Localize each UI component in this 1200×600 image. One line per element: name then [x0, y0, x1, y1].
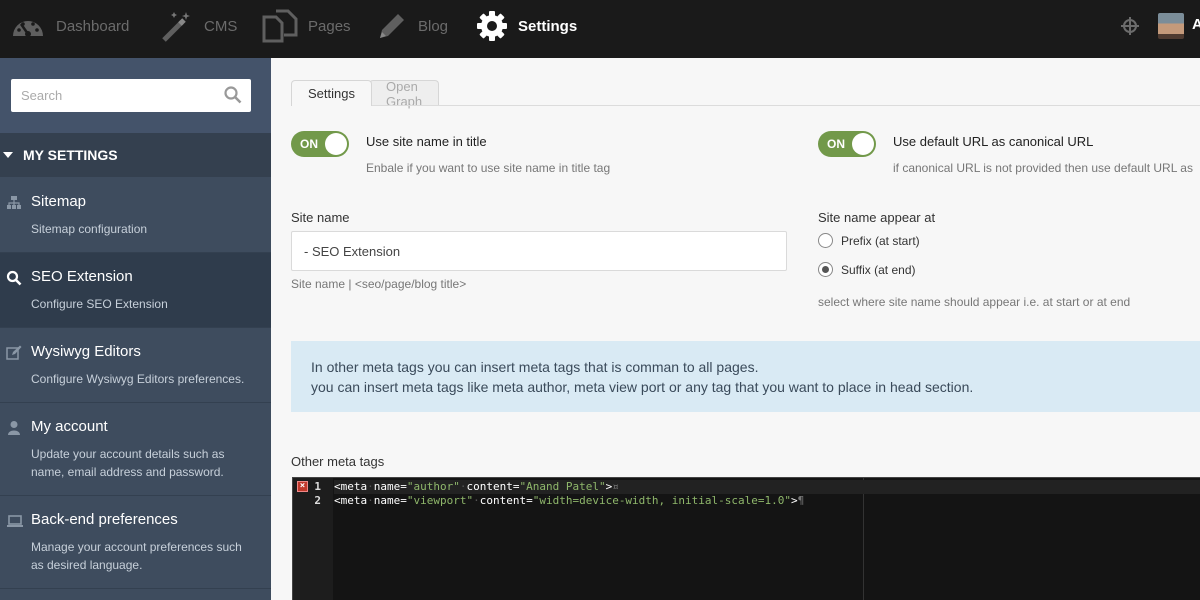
- site-name-input[interactable]: [291, 231, 787, 271]
- sidebar-item-my-account[interactable]: My account Update your account details s…: [0, 403, 271, 496]
- print-margin: [863, 478, 864, 600]
- radio-prefix[interactable]: Prefix (at start): [818, 233, 920, 248]
- site-name-in-title-label: Use site name in title: [366, 134, 487, 149]
- info-callout: In other meta tags you can insert meta t…: [291, 341, 1200, 412]
- appear-at-label: Site name appear at: [818, 210, 936, 225]
- tab-settings[interactable]: Settings: [291, 80, 372, 106]
- meta-name-value: author: [413, 480, 454, 493]
- gutter-line: × 1: [293, 480, 333, 494]
- nav-pages-label: Pages: [308, 17, 351, 35]
- gear-icon: [477, 11, 507, 41]
- info-line-1: In other meta tags you can insert meta t…: [311, 359, 759, 375]
- sidebar-item-wysiwyg-editors[interactable]: Wysiwyg Editors Configure Wysiwyg Editor…: [0, 328, 271, 403]
- tab-open-graph[interactable]: Open Graph: [369, 78, 440, 109]
- code-editor[interactable]: × 1 2 <meta·name="author"·content="Anand…: [292, 477, 1200, 600]
- editor-gutter: × 1 2: [293, 478, 333, 600]
- meta-content-value: Anand Patel: [526, 480, 599, 493]
- radio-circle-selected: [818, 262, 833, 277]
- radio-suffix[interactable]: Suffix (at end): [818, 262, 915, 277]
- site-name-label: Site name: [291, 210, 350, 225]
- pencil-icon: [380, 14, 404, 38]
- nav-pages[interactable]: Pages: [262, 0, 351, 52]
- sidebar-item-backend-preferences[interactable]: Back-end preferences Manage your account…: [0, 496, 271, 589]
- nav-dashboard[interactable]: Dashboard: [10, 0, 129, 52]
- error-icon[interactable]: ×: [297, 481, 308, 492]
- sidebar-item-title: Wysiwyg Editors: [31, 343, 141, 360]
- canonical-url-toggle[interactable]: ON: [818, 131, 876, 157]
- nav-blog-label: Blog: [418, 17, 449, 35]
- sidebar-item-desc: Update your account details such as name…: [31, 447, 225, 479]
- sidebar-search: [0, 58, 271, 133]
- magic-wand-icon: [162, 12, 190, 42]
- sidebar-item-desc: Manage your account preferences such as …: [31, 540, 242, 572]
- site-name-in-title-toggle[interactable]: ON: [291, 131, 349, 157]
- nav-settings[interactable]: Settings: [476, 0, 577, 52]
- radio-circle: [818, 233, 833, 248]
- sidebar: MY SETTINGS Sitemap Sitemap configuratio…: [0, 58, 271, 600]
- line-number: 1: [314, 480, 321, 493]
- sidebar-item-desc: Configure Wysiwyg Editors preferences.: [31, 372, 245, 386]
- canonical-url-label: Use default URL as canonical URL: [893, 134, 1094, 149]
- meta-content-value: width=device-width, initial-scale=1.0: [539, 494, 785, 507]
- caret-down-icon: [3, 152, 13, 158]
- nav-blog[interactable]: Blog: [376, 0, 448, 52]
- sidebar-item-desc: Configure SEO Extension: [31, 297, 168, 311]
- nav-cms[interactable]: CMS: [160, 0, 237, 52]
- radio-suffix-label: Suffix (at end): [841, 262, 916, 277]
- sidebar-item-sitemap[interactable]: Sitemap Sitemap configuration: [0, 178, 271, 253]
- info-line-2: you can insert meta tags like meta autho…: [311, 379, 974, 395]
- site-name-hint: Site name | <seo/page/blog title>: [291, 277, 467, 291]
- site-name-in-title-hint: Enbale if you want to use site name in t…: [366, 161, 611, 175]
- code-line: <meta·name="viewport"·content="width=dev…: [334, 494, 805, 507]
- gutter-line: 2: [293, 494, 333, 508]
- nav-dashboard-label: Dashboard: [56, 17, 130, 35]
- sidebar-section-title: MY SETTINGS: [23, 147, 118, 163]
- search-icon: [6, 270, 22, 286]
- sidebar-item-seo-extension[interactable]: SEO Extension Configure SEO Extension: [0, 253, 271, 328]
- meta-name-value: viewport: [413, 494, 467, 507]
- canonical-url-hint: if canonical URL is not provided then us…: [893, 161, 1193, 175]
- other-meta-label: Other meta tags: [291, 454, 385, 469]
- sitemap-icon: [7, 196, 21, 209]
- top-navbar: Dashboard CMS Pages Blog Settings A: [0, 0, 1200, 58]
- tab-open-graph-label: Open Graph: [386, 78, 423, 109]
- toggle-state: ON: [827, 137, 845, 151]
- code-line: <meta·name="author"·content="Anand Patel…: [334, 480, 1200, 494]
- search-box: [11, 79, 251, 112]
- sidebar-section-header[interactable]: MY SETTINGS: [0, 133, 271, 177]
- pages-icon: [262, 9, 298, 43]
- crosshair-icon[interactable]: [1120, 16, 1140, 36]
- search-input[interactable]: [11, 79, 211, 112]
- radio-prefix-label: Prefix (at start): [841, 233, 920, 248]
- main-content: Settings Open Graph ON Use site name in …: [271, 58, 1200, 600]
- laptop-icon: [7, 515, 23, 527]
- sidebar-item-desc: Sitemap configuration: [31, 222, 148, 236]
- tab-divider: [291, 105, 1200, 106]
- search-icon[interactable]: [224, 86, 242, 104]
- nav-cms-label: CMS: [204, 17, 238, 35]
- appear-at-hint: select where site name should appear i.e…: [818, 295, 1131, 309]
- line-number: 2: [314, 494, 321, 507]
- sidebar-item-title: Sitemap: [31, 193, 87, 210]
- tab-settings-label: Settings: [308, 86, 355, 101]
- toggle-knob: [852, 133, 874, 155]
- sidebar-item-title: Back-end preferences: [31, 511, 178, 528]
- toggle-knob: [325, 133, 347, 155]
- edit-icon: [6, 345, 22, 360]
- avatar[interactable]: [1158, 13, 1184, 39]
- gauge-icon: [13, 21, 43, 37]
- toggle-state: ON: [300, 137, 318, 151]
- sidebar-item-title: SEO Extension: [31, 268, 133, 285]
- nav-settings-label: Settings: [518, 17, 578, 35]
- user-name[interactable]: A: [1192, 16, 1200, 33]
- user-icon: [8, 421, 20, 435]
- sidebar-item-title: My account: [31, 418, 108, 435]
